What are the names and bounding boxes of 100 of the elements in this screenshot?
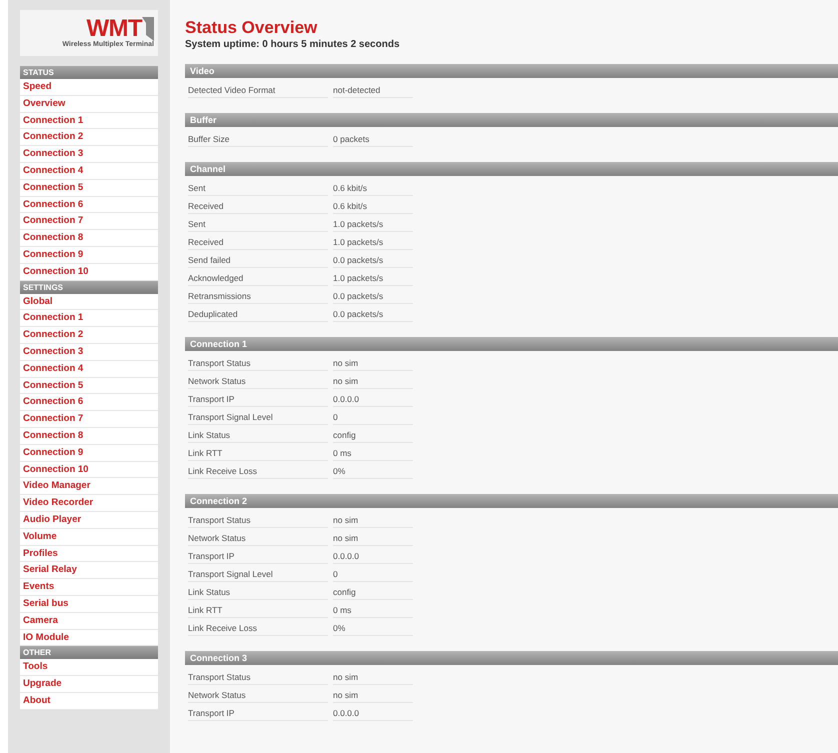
field-value: 1.0 packets/s — [333, 236, 413, 250]
field-value: 0.6 kbit/s — [333, 200, 413, 214]
sidebar-link[interactable]: Connection 7 — [20, 213, 158, 230]
field-label: Network Status — [188, 689, 328, 703]
sidebar-link[interactable]: About — [20, 692, 158, 710]
field-value: no sim — [333, 514, 413, 528]
section-header: Buffer — [185, 113, 838, 127]
field-label: Retransmissions — [188, 290, 328, 304]
sidebar-link[interactable]: Profiles — [20, 546, 158, 562]
field-value: 0% — [333, 465, 413, 479]
uptime-text: System uptime: 0 hours 5 minutes 2 seconds — [185, 38, 401, 52]
sidebar-section-header: OTHER — [20, 646, 158, 660]
field-value: no sim — [333, 532, 413, 546]
logo-text: WMT — [86, 16, 142, 41]
field-label: Link Status — [188, 586, 328, 600]
field-label: Transport IP — [188, 707, 328, 721]
sidebar-link[interactable]: Serial Relay — [20, 562, 158, 580]
sidebar-link[interactable]: Volume — [20, 528, 158, 546]
section-header: Connection 2 — [185, 494, 838, 508]
field-label: Acknowledged — [188, 272, 328, 286]
field-label: Sent — [188, 182, 328, 196]
field-value: config — [333, 586, 413, 600]
field-value: 0.0 packets/s — [333, 308, 413, 322]
sidebar-link[interactable]: Tools — [20, 659, 158, 676]
field-value: 0.0 packets/s — [333, 290, 413, 304]
field-label: Transport Status — [188, 514, 328, 528]
field-label: Link RTT — [188, 604, 328, 618]
sidebar-link[interactable]: Connection 8 — [20, 428, 158, 445]
field-value: 0.0.0.0 — [333, 707, 413, 721]
sidebar-link[interactable]: Camera — [20, 612, 158, 630]
sidebar-link[interactable]: Events — [20, 579, 158, 596]
field-label: Detected Video Format — [188, 84, 328, 98]
field-value: 1.0 packets/s — [333, 272, 413, 286]
sidebar-section-header: STATUS — [20, 66, 158, 79]
field-label: Transport IP — [188, 550, 328, 564]
field-label: Link Receive Loss — [188, 465, 328, 479]
field-value: 1.0 packets/s — [333, 218, 413, 232]
field-label: Transport Signal Level — [188, 411, 328, 425]
sidebar-link[interactable]: Speed — [20, 79, 158, 96]
field-value: 0.6 kbit/s — [333, 182, 413, 196]
field-value: 0 — [333, 411, 413, 425]
sidebar-link[interactable]: Connection 5 — [20, 378, 158, 394]
field-value: 0 ms — [333, 447, 413, 461]
field-label: Deduplicated — [188, 308, 328, 322]
sidebar-link[interactable]: Serial bus — [20, 596, 158, 613]
sidebar-link[interactable]: Connection 9 — [20, 246, 158, 264]
field-label: Network Status — [188, 532, 328, 546]
section-header: Connection 3 — [185, 651, 838, 665]
sidebar-link[interactable]: Connection 3 — [20, 146, 158, 163]
sidebar-link[interactable]: Connection 6 — [20, 394, 158, 412]
section-header: Connection 1 — [185, 337, 838, 351]
section-header: Video — [185, 64, 838, 78]
sidebar-link[interactable]: Upgrade — [20, 676, 158, 693]
sidebar-link[interactable]: Video Manager — [20, 478, 158, 496]
field-value: no sim — [333, 375, 413, 389]
field-value: 0 ms — [333, 604, 413, 618]
field-label: Received — [188, 236, 328, 250]
sidebar-link[interactable]: Connection 1 — [20, 310, 158, 328]
field-value: 0.0 packets/s — [333, 254, 413, 268]
field-value: not-detected — [333, 84, 413, 98]
sidebar-link[interactable]: Connection 2 — [20, 327, 158, 344]
sidebar-link[interactable]: Connection 3 — [20, 344, 158, 361]
field-label: Transport Signal Level — [188, 568, 328, 582]
field-label: Network Status — [188, 375, 328, 389]
sidebar-link[interactable]: Connection 2 — [20, 129, 158, 146]
field-label: Sent — [188, 218, 328, 232]
sidebar-link[interactable]: Connection 4 — [20, 360, 158, 378]
field-label: Buffer Size — [188, 133, 328, 147]
section-header: Channel — [185, 162, 838, 176]
sidebar-link[interactable]: Connection 8 — [20, 230, 158, 247]
field-value: no sim — [333, 357, 413, 371]
field-label: Transport Status — [188, 671, 328, 685]
sidebar-link[interactable]: Connection 6 — [20, 196, 158, 214]
sidebar-section-header: SETTINGS — [20, 280, 158, 294]
field-value: 0% — [333, 622, 413, 636]
sidebar-link[interactable]: Video Recorder — [20, 495, 158, 512]
field-label: Link Status — [188, 429, 328, 443]
page-title: Status Overview — [185, 18, 318, 38]
field-label: Transport Status — [188, 357, 328, 371]
field-value: 0.0.0.0 — [333, 393, 413, 407]
field-value: config — [333, 429, 413, 443]
sidebar-link[interactable]: Overview — [20, 96, 158, 113]
field-value: 0 packets — [333, 133, 413, 147]
field-label: Received — [188, 200, 328, 214]
field-value: no sim — [333, 671, 413, 685]
sidebar-link[interactable]: Audio Player — [20, 512, 158, 529]
logo-mark-icon — [142, 16, 154, 41]
sidebar-link[interactable]: Connection 10 — [20, 462, 158, 478]
sidebar-link[interactable]: Connection 7 — [20, 411, 158, 428]
sidebar-link[interactable]: Connection 5 — [20, 180, 158, 197]
field-value: no sim — [333, 689, 413, 703]
field-label: Transport IP — [188, 393, 328, 407]
field-value: 0.0.0.0 — [333, 550, 413, 564]
sidebar-link[interactable]: Connection 4 — [20, 162, 158, 180]
field-value: 0 — [333, 568, 413, 582]
sidebar-link[interactable]: Global — [20, 294, 158, 310]
field-label: Link Receive Loss — [188, 622, 328, 636]
sidebar-link[interactable]: Connection 9 — [20, 444, 158, 462]
sidebar-link[interactable]: Connection 1 — [20, 112, 158, 130]
field-label: Send failed — [188, 254, 328, 268]
